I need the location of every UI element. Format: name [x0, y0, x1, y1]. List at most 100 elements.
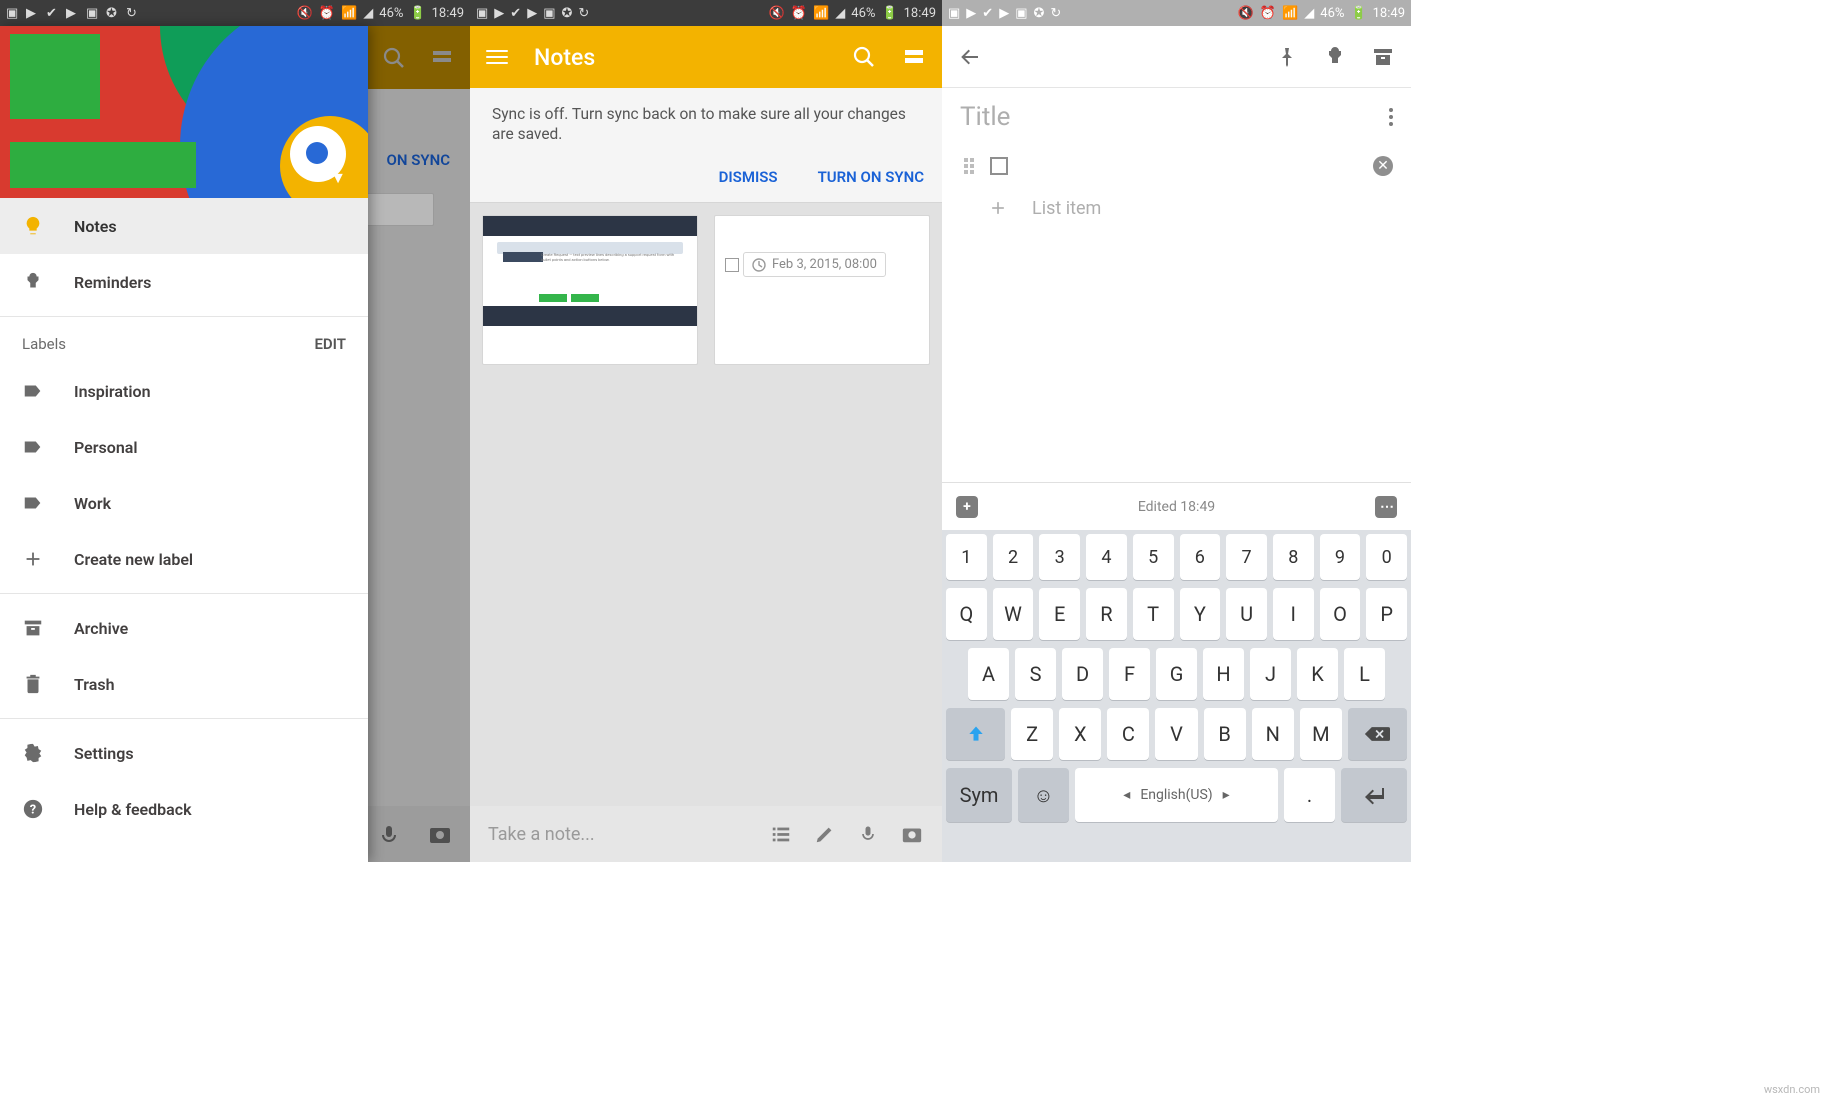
key-y[interactable]: Y [1180, 588, 1221, 640]
drawer-item-notes[interactable]: Notes [0, 198, 368, 254]
key-v[interactable]: V [1155, 708, 1197, 760]
key-c[interactable]: C [1107, 708, 1149, 760]
draw-icon[interactable] [814, 823, 836, 845]
drawer-item-archive[interactable]: Archive [0, 600, 368, 656]
key-s[interactable]: S [1015, 648, 1056, 700]
key-x[interactable]: X [1059, 708, 1101, 760]
drawer-item-help[interactable]: ? Help & feedback [0, 781, 368, 837]
key-space[interactable]: ◂English(US)▸ [1075, 768, 1278, 822]
create-label[interactable]: Create new label [0, 531, 368, 587]
key-j[interactable]: J [1250, 648, 1291, 700]
key-m[interactable]: M [1300, 708, 1342, 760]
reminder-icon[interactable] [1323, 45, 1347, 69]
key-t[interactable]: T [1133, 588, 1174, 640]
add-box-icon[interactable]: + [956, 496, 978, 518]
key-d[interactable]: D [1062, 648, 1103, 700]
key-z[interactable]: Z [1011, 708, 1053, 760]
drawer-item-trash[interactable]: Trash [0, 656, 368, 712]
battery-pct: 46% [379, 6, 403, 21]
list-item-row[interactable]: ✕ [960, 146, 1393, 186]
add-item-button[interactable]: List item [960, 186, 1393, 230]
key-1[interactable]: 1 [946, 534, 987, 580]
back-icon[interactable] [958, 45, 982, 69]
drawer-label: Work [74, 494, 111, 513]
key-i[interactable]: I [1273, 588, 1314, 640]
key-w[interactable]: W [993, 588, 1034, 640]
key-r[interactable]: R [1086, 588, 1127, 640]
key-l[interactable]: L [1344, 648, 1385, 700]
drawer-item-settings[interactable]: Settings [0, 725, 368, 781]
drawer-label: Inspiration [74, 382, 151, 401]
drawer-item-reminders[interactable]: Reminders [0, 254, 368, 310]
take-note-input[interactable]: Take a note... [488, 824, 748, 845]
key-period[interactable]: . [1284, 768, 1335, 822]
note-card-2[interactable]: Feb 3, 2015, 08:00 [714, 215, 930, 365]
key-backspace[interactable] [1348, 708, 1407, 760]
app-title: Notes [534, 44, 595, 71]
key-emoji[interactable]: ☺ [1018, 768, 1069, 822]
view-toggle-icon[interactable] [902, 45, 926, 69]
key-b[interactable]: B [1204, 708, 1246, 760]
label-personal[interactable]: Personal [0, 419, 368, 475]
archive-icon[interactable] [1371, 45, 1395, 69]
keyboard: 1234567890 QWERTYUIOP ASDFGHJKL ZXCVBNM … [942, 530, 1411, 862]
checkbox[interactable] [990, 157, 1008, 175]
search-icon[interactable] [852, 45, 876, 69]
screenshot-drawer: ▣▶✔▶▣✪↻ 🔇⏰📶◢ 46%🔋 18:49 our ON SYNC 45 L… [0, 0, 470, 862]
bottom-bar: Take a note... [470, 806, 942, 862]
status-bar: ▣▶✔▶▣✪↻ 🔇⏰📶◢ 46%🔋 18:49 [470, 0, 942, 26]
key-6[interactable]: 6 [1180, 534, 1221, 580]
title-input[interactable]: Title [960, 102, 1010, 132]
screenshot-notes-list: ▣▶✔▶▣✪↻ 🔇⏰📶◢ 46%🔋 18:49 Notes Sync is of… [470, 0, 942, 862]
key-q[interactable]: Q [946, 588, 987, 640]
label-icon [22, 436, 44, 458]
key-0[interactable]: 0 [1366, 534, 1407, 580]
note-card-1[interactable]: Create Request — text preview lines desc… [482, 215, 698, 365]
key-8[interactable]: 8 [1273, 534, 1314, 580]
label-work[interactable]: Work [0, 475, 368, 531]
camera-icon[interactable] [900, 823, 924, 845]
key-h[interactable]: H [1203, 648, 1244, 700]
mic-icon[interactable] [858, 823, 878, 845]
key-o[interactable]: O [1320, 588, 1361, 640]
key-7[interactable]: 7 [1226, 534, 1267, 580]
turn-on-sync-button[interactable]: TURN ON SYNC [818, 168, 924, 186]
pin-icon[interactable] [1275, 45, 1299, 69]
more-box-icon[interactable]: ⋯ [1375, 496, 1397, 518]
drag-handle-icon[interactable] [964, 158, 974, 174]
more-icon[interactable] [1389, 108, 1393, 126]
help-icon: ? [22, 798, 44, 820]
menu-button[interactable] [486, 46, 508, 68]
key-n[interactable]: N [1252, 708, 1294, 760]
key-k[interactable]: K [1297, 648, 1338, 700]
clock: 18:49 [432, 6, 464, 21]
key-e[interactable]: E [1039, 588, 1080, 640]
key-4[interactable]: 4 [1086, 534, 1127, 580]
key-f[interactable]: F [1109, 648, 1150, 700]
key-shift[interactable] [946, 708, 1005, 760]
key-enter[interactable] [1341, 768, 1407, 822]
editor-footer: + Edited 18:49 ⋯ [942, 482, 1411, 530]
dismiss-button[interactable]: DISMISS [719, 168, 778, 186]
label-inspiration[interactable]: Inspiration [0, 363, 368, 419]
reminder-chip: Feb 3, 2015, 08:00 [743, 252, 886, 277]
key-u[interactable]: U [1226, 588, 1267, 640]
plus-icon [22, 548, 44, 570]
archive-icon [22, 617, 44, 639]
key-g[interactable]: G [1156, 648, 1197, 700]
edit-labels-button[interactable]: EDIT [314, 335, 346, 353]
screenshot-editor: ▣▶✔▶▣✪↻ 🔇⏰📶◢ 46%🔋 18:49 Title ✕ [942, 0, 1411, 862]
drawer-label: Reminders [74, 273, 151, 292]
key-9[interactable]: 9 [1320, 534, 1361, 580]
key-p[interactable]: P [1366, 588, 1407, 640]
account-dropdown-icon[interactable]: ▼ [330, 168, 346, 188]
drawer-header[interactable]: ▼ [0, 26, 368, 198]
remove-item-icon[interactable]: ✕ [1373, 156, 1393, 176]
sync-banner: Sync is off. Turn sync back on to make s… [470, 88, 942, 154]
key-2[interactable]: 2 [993, 534, 1034, 580]
key-5[interactable]: 5 [1133, 534, 1174, 580]
key-a[interactable]: A [968, 648, 1009, 700]
key-3[interactable]: 3 [1039, 534, 1080, 580]
key-sym[interactable]: Sym [946, 768, 1012, 822]
list-icon[interactable] [770, 823, 792, 845]
